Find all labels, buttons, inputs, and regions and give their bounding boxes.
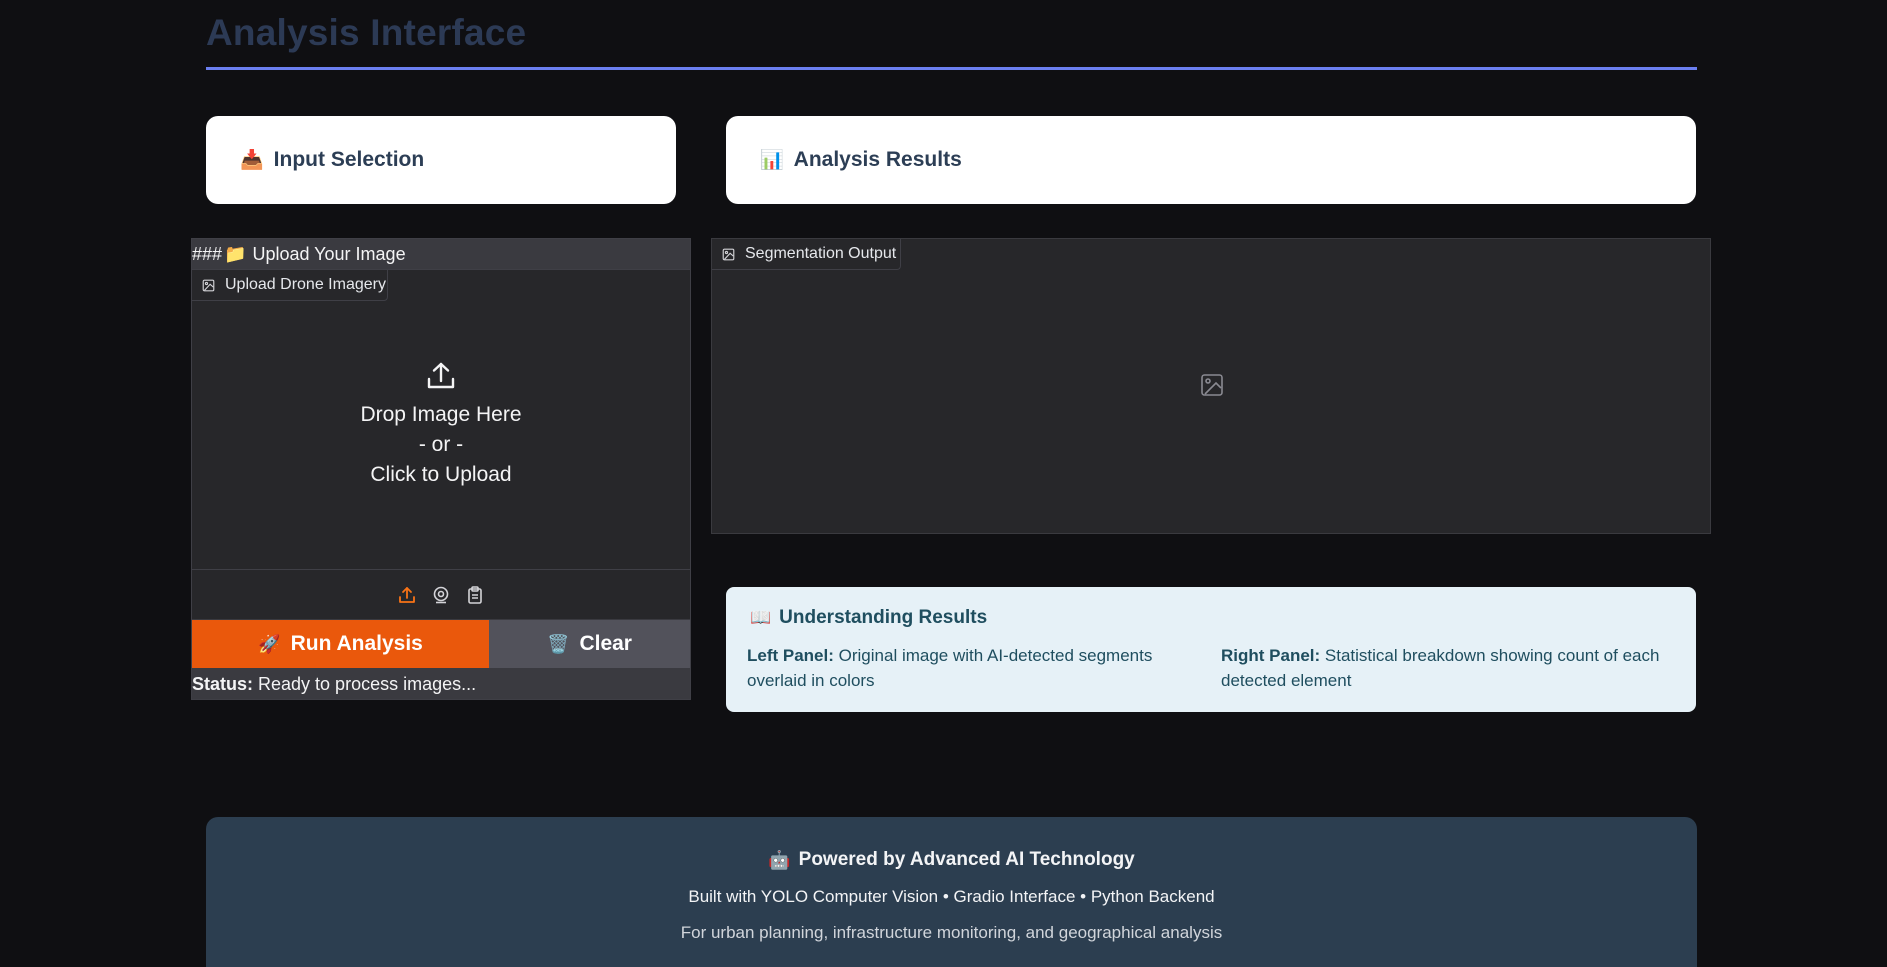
markdown-prefix: ### — [192, 243, 223, 264]
image-upload-dropzone[interactable]: Upload Drone Imagery Drop Image Here - o… — [192, 269, 690, 599]
click-to-upload-text: Click to Upload — [370, 463, 512, 486]
upload-header: ### 📁 Upload Your Image — [192, 239, 690, 269]
page-title: Analysis Interface — [206, 12, 527, 53]
or-separator-text: - or - — [418, 433, 464, 456]
upload-icon[interactable] — [397, 585, 417, 605]
clear-button[interactable]: 🗑️ Clear — [489, 620, 690, 668]
status-text: Ready to process images... — [258, 673, 477, 694]
upload-arrow-icon — [427, 362, 455, 389]
drop-target[interactable]: Drop Image Here - or - Click to Upload — [192, 360, 690, 500]
segmentation-output-panel: Segmentation Output — [711, 238, 1711, 534]
understanding-results-heading: 📖 Understanding Results — [750, 607, 988, 628]
trash-icon: 🗑️ — [547, 633, 570, 654]
understanding-results-box: 📖 Understanding Results Left Panel: Orig… — [726, 587, 1696, 712]
inbox-icon: 📥 — [240, 150, 264, 171]
rocket-icon: 🚀 — [258, 633, 281, 654]
upload-panel: ### 📁 Upload Your Image Upload Drone Ima… — [191, 238, 691, 700]
bar-chart-icon: 📊 — [760, 150, 784, 171]
run-analysis-button[interactable]: 🚀 Run Analysis — [192, 620, 489, 668]
robot-icon: 🤖 — [768, 849, 791, 870]
footer-purpose-line: For urban planning, infrastructure monit… — [680, 923, 1223, 942]
right-panel-description: Right Panel: Statistical breakdown showi… — [1221, 646, 1660, 690]
title-underline — [206, 67, 1697, 70]
footer: 🤖 Powered by Advanced AI Technology Buil… — [206, 817, 1697, 967]
status-label: Status: — [192, 673, 254, 694]
segmentation-output-label: Segmentation Output — [712, 239, 901, 270]
footer-title: 🤖 Powered by Advanced AI Technology — [768, 849, 1135, 870]
footer-tech-line: Built with YOLO Computer Vision • Gradio… — [688, 887, 1215, 906]
book-icon: 📖 — [750, 608, 772, 627]
left-panel-description: Left Panel: Original image with AI-detec… — [747, 646, 1153, 690]
drop-image-text: Drop Image Here — [360, 403, 522, 426]
image-icon — [722, 248, 735, 260]
status-line: Status: Ready to process images... — [192, 670, 690, 698]
image-placeholder-icon — [1201, 374, 1223, 396]
folder-icon: 📁 — [224, 243, 247, 264]
source-toolbar — [192, 569, 690, 619]
clipboard-icon[interactable] — [465, 585, 485, 605]
analysis-results-title: Analysis Results — [793, 148, 962, 171]
analysis-results-card: 📊 Analysis Results — [726, 116, 1696, 204]
input-selection-card: 📥 Input Selection — [206, 116, 676, 204]
upload-header-text: Upload Your Image — [252, 243, 406, 264]
input-selection-title: Input Selection — [273, 148, 425, 171]
upload-image-label: Upload Drone Imagery — [192, 270, 388, 301]
image-icon — [202, 279, 215, 291]
webcam-icon[interactable] — [431, 585, 451, 605]
